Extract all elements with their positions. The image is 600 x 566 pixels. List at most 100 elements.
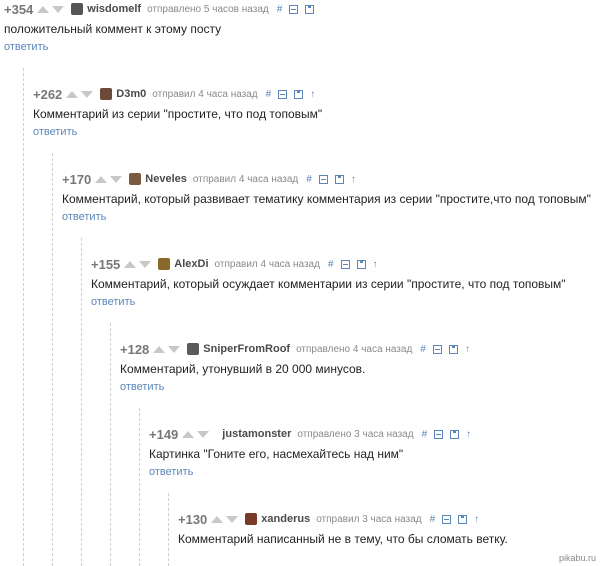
collapse-icon[interactable] bbox=[278, 89, 288, 99]
thread-line bbox=[23, 68, 24, 566]
hash-icon[interactable]: # bbox=[277, 4, 283, 15]
upvote-icon[interactable] bbox=[124, 260, 137, 268]
avatar[interactable] bbox=[71, 3, 84, 15]
upvote-icon[interactable] bbox=[182, 430, 195, 438]
rating: +128 bbox=[120, 341, 150, 357]
comment-header: +262 D3m0 отправил 4 часа назад # ↑ bbox=[33, 86, 322, 102]
reply-link[interactable]: ответить bbox=[33, 126, 77, 138]
thread-line bbox=[81, 238, 82, 566]
downvote-icon[interactable] bbox=[52, 5, 65, 13]
comment-text: Комментарий, который развивает тематику … bbox=[62, 192, 591, 206]
upvote-icon[interactable] bbox=[66, 90, 79, 98]
timestamp: отправлено 4 часа назад bbox=[296, 343, 413, 355]
timestamp: отправил 4 часа назад bbox=[214, 258, 320, 270]
comment-text: Комментарий, который осуждает комментари… bbox=[91, 277, 566, 291]
avatar[interactable] bbox=[129, 173, 142, 185]
rating: +149 bbox=[149, 426, 179, 442]
comment: +262 D3m0 отправил 4 часа назад # ↑ Комм… bbox=[33, 86, 322, 140]
username[interactable]: AlexDi bbox=[174, 258, 208, 270]
reply-link[interactable]: ответить bbox=[91, 296, 135, 308]
save-icon[interactable] bbox=[334, 174, 344, 184]
collapse-icon[interactable] bbox=[340, 259, 350, 269]
up-arrow-icon[interactable]: ↑ bbox=[351, 174, 356, 185]
hash-icon[interactable]: # bbox=[328, 259, 334, 270]
downvote-icon[interactable] bbox=[226, 515, 239, 523]
comment-header: +354 wisdomelf отправлено 5 часов назад … bbox=[4, 1, 321, 17]
reply-link[interactable]: ответить bbox=[62, 211, 106, 223]
thread-line bbox=[168, 493, 169, 566]
up-arrow-icon[interactable]: ↑ bbox=[474, 514, 479, 525]
downvote-icon[interactable] bbox=[197, 430, 210, 438]
collapse-icon[interactable] bbox=[442, 514, 452, 524]
comment-header: +128 SniperFromRoof отправлено 4 часа на… bbox=[120, 341, 477, 357]
avatar[interactable] bbox=[100, 88, 113, 100]
comment: +128 SniperFromRoof отправлено 4 часа на… bbox=[120, 341, 477, 395]
save-icon[interactable] bbox=[294, 89, 304, 99]
thread-line bbox=[139, 408, 140, 566]
reply-link[interactable]: ответить bbox=[120, 381, 164, 393]
collapse-icon[interactable] bbox=[318, 174, 328, 184]
username[interactable]: D3m0 bbox=[116, 88, 146, 100]
rating: +170 bbox=[62, 171, 92, 187]
avatar[interactable] bbox=[158, 258, 171, 270]
comment: +130 xanderus отправил 3 часа назад # ↑ … bbox=[178, 511, 508, 547]
rating: +155 bbox=[91, 256, 121, 272]
comment-header: +149 justamonster отправлено 3 часа наза… bbox=[149, 426, 478, 442]
hash-icon[interactable]: # bbox=[306, 174, 312, 185]
username[interactable]: Neveles bbox=[145, 173, 187, 185]
upvote-icon[interactable] bbox=[153, 345, 166, 353]
comment-text: Комментарий из серии "простите, что под … bbox=[33, 107, 323, 121]
upvote-icon[interactable] bbox=[37, 5, 50, 13]
up-arrow-icon[interactable]: ↑ bbox=[466, 429, 471, 440]
comment: +155 AlexDi отправил 4 часа назад # ↑ Ко… bbox=[91, 256, 566, 310]
reply-link[interactable]: ответить bbox=[149, 466, 193, 478]
timestamp: отправил 4 часа назад bbox=[192, 173, 299, 185]
comment: +170 Neveles отправил 4 часа назад # ↑ К… bbox=[62, 171, 591, 225]
rating: +130 bbox=[178, 511, 208, 527]
up-arrow-icon[interactable]: ↑ bbox=[465, 344, 470, 355]
save-icon[interactable] bbox=[305, 4, 315, 14]
thread-line bbox=[52, 153, 53, 566]
comment-header: +170 Neveles отправил 4 часа назад # ↑ bbox=[62, 171, 591, 187]
timestamp: отправил 3 часа назад bbox=[316, 513, 422, 525]
downvote-icon[interactable] bbox=[110, 175, 123, 183]
hash-icon[interactable]: # bbox=[422, 429, 428, 440]
save-icon[interactable] bbox=[450, 429, 460, 439]
collapse-icon[interactable] bbox=[434, 429, 444, 439]
hash-icon[interactable]: # bbox=[266, 89, 272, 100]
username[interactable]: wisdomelf bbox=[87, 3, 141, 15]
username[interactable]: xanderus bbox=[261, 513, 310, 525]
comment: +354 wisdomelf отправлено 5 часов назад … bbox=[4, 1, 321, 55]
username[interactable]: justamonster bbox=[222, 428, 291, 440]
up-arrow-icon[interactable]: ↑ bbox=[310, 89, 315, 100]
save-icon[interactable] bbox=[458, 514, 468, 524]
avatar[interactable] bbox=[245, 513, 258, 525]
rating: +262 bbox=[33, 86, 63, 102]
comment-header: +130 xanderus отправил 3 часа назад # ↑ bbox=[178, 511, 508, 527]
downvote-icon[interactable] bbox=[81, 90, 94, 98]
upvote-icon[interactable] bbox=[211, 515, 224, 523]
username[interactable]: SniperFromRoof bbox=[203, 343, 290, 355]
collapse-icon[interactable] bbox=[289, 4, 299, 14]
up-arrow-icon[interactable]: ↑ bbox=[373, 259, 378, 270]
hash-icon[interactable]: # bbox=[420, 344, 426, 355]
downvote-icon[interactable] bbox=[168, 345, 181, 353]
comment-text: Комментарий, утонувший в 20 000 минусов. bbox=[120, 362, 366, 376]
thread-line bbox=[110, 323, 111, 566]
comment-text: Картинка "Гоните его, насмехайтесь над н… bbox=[149, 447, 404, 461]
save-icon[interactable] bbox=[448, 344, 458, 354]
rating: +354 bbox=[4, 1, 34, 17]
avatar[interactable] bbox=[187, 343, 200, 355]
watermark: pikabu.ru bbox=[558, 553, 596, 563]
comment-text: положительный коммент к этому посту bbox=[4, 22, 222, 36]
comment-header: +155 AlexDi отправил 4 часа назад # ↑ bbox=[91, 256, 566, 272]
downvote-icon[interactable] bbox=[139, 260, 152, 268]
reply-link[interactable]: ответить bbox=[4, 41, 48, 53]
save-icon[interactable] bbox=[356, 259, 366, 269]
collapse-icon[interactable] bbox=[432, 344, 442, 354]
upvote-icon[interactable] bbox=[95, 175, 108, 183]
comment-text: Комментарий написанный не в тему, что бы… bbox=[178, 532, 508, 546]
timestamp: отправлено 3 часа назад bbox=[297, 428, 414, 440]
hash-icon[interactable]: # bbox=[430, 514, 436, 525]
timestamp: отправлено 5 часов назад bbox=[147, 3, 269, 15]
